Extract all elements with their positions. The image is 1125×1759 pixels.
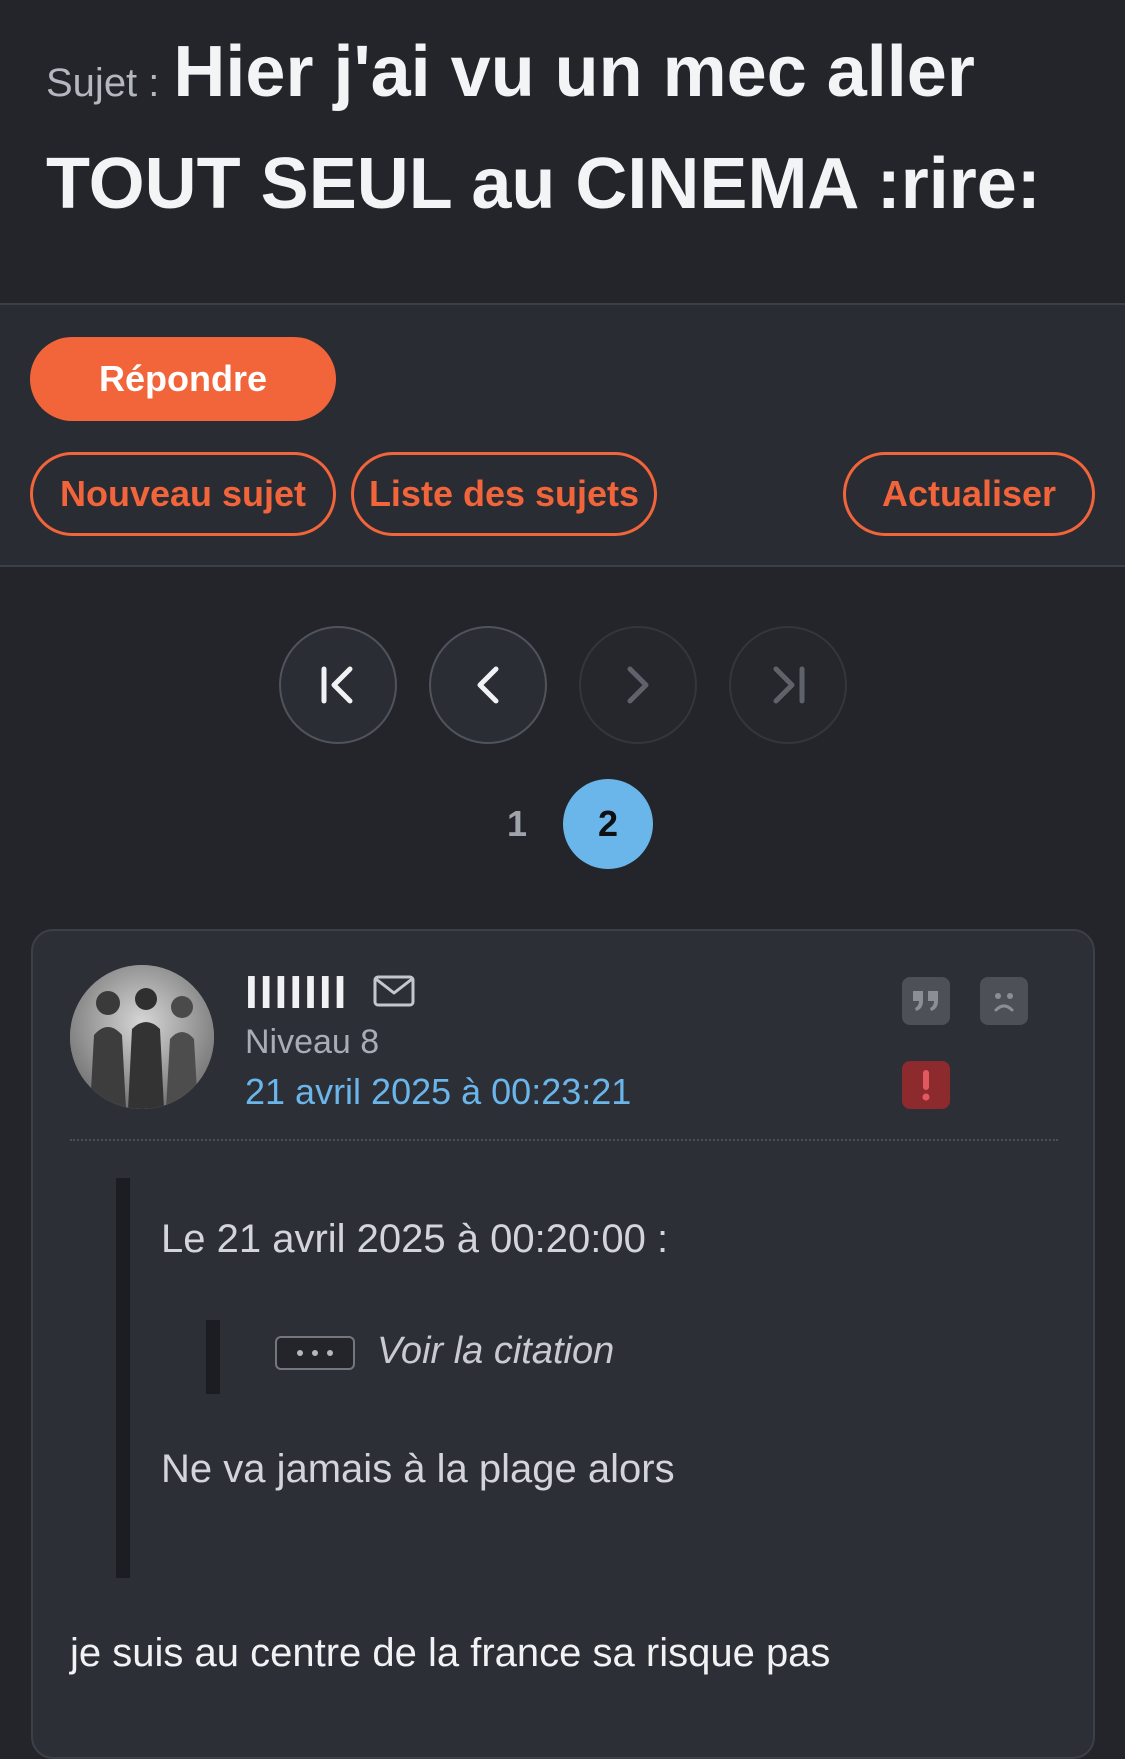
page-link-current[interactable]: 2 bbox=[563, 779, 653, 869]
topic-prefix: Sujet : bbox=[46, 61, 160, 105]
more-dots-icon[interactable] bbox=[275, 1336, 355, 1370]
chevron-left-icon bbox=[477, 666, 499, 704]
first-page-button[interactable] bbox=[279, 626, 397, 744]
quote-icon[interactable] bbox=[902, 977, 950, 1025]
post-date-link[interactable]: 21 avril 2025 à 00:23:21 bbox=[245, 1071, 631, 1113]
kick-icon[interactable] bbox=[980, 977, 1028, 1025]
nested-blockquote-bar bbox=[206, 1320, 220, 1394]
post-body: je suis au centre de la france sa risque… bbox=[70, 1631, 831, 1675]
reply-button[interactable]: Répondre bbox=[30, 337, 336, 421]
mail-icon[interactable] bbox=[373, 975, 415, 1007]
pagination: 1 2 bbox=[0, 567, 1125, 927]
topic-header: Sujet : Hier j'ai vu un mec aller TOUT SE… bbox=[0, 0, 1125, 305]
chevron-right-icon bbox=[627, 666, 649, 704]
see-quote-link[interactable]: Voir la citation bbox=[377, 1330, 614, 1373]
blockquote-bar bbox=[116, 1178, 130, 1578]
previous-page-button[interactable] bbox=[429, 626, 547, 744]
author-level: Niveau 8 bbox=[245, 1023, 380, 1061]
avatar-image bbox=[70, 965, 214, 1109]
new-topic-button[interactable]: Nouveau sujet bbox=[30, 452, 336, 536]
post-divider bbox=[70, 1139, 1058, 1141]
first-page-icon bbox=[321, 666, 353, 704]
forum-post: IIIIIII Niveau 8 21 avril 2025 à 00:23:2… bbox=[31, 929, 1095, 1759]
topic-list-button[interactable]: Liste des sujets bbox=[351, 452, 657, 536]
avatar[interactable] bbox=[70, 965, 214, 1109]
refresh-button[interactable]: Actualiser bbox=[843, 452, 1095, 536]
page-link-1[interactable]: 1 bbox=[472, 779, 562, 869]
topic-actions: Répondre Nouveau sujet Liste des sujets … bbox=[0, 305, 1125, 567]
author-username[interactable]: IIIIIII bbox=[245, 965, 348, 1019]
last-page-button[interactable] bbox=[729, 626, 847, 744]
quote-header: Le 21 avril 2025 à 00:20:00 : bbox=[161, 1217, 669, 1261]
topic-title-text: Hier j'ai vu un mec aller TOUT SEUL au C… bbox=[46, 32, 1041, 224]
alert-icon[interactable] bbox=[902, 1061, 950, 1109]
last-page-icon bbox=[773, 666, 805, 704]
quote-body: Ne va jamais à la plage alors bbox=[161, 1447, 675, 1491]
next-page-button[interactable] bbox=[579, 626, 697, 744]
topic-title: Sujet : Hier j'ai vu un mec aller TOUT SE… bbox=[46, 26, 1079, 250]
